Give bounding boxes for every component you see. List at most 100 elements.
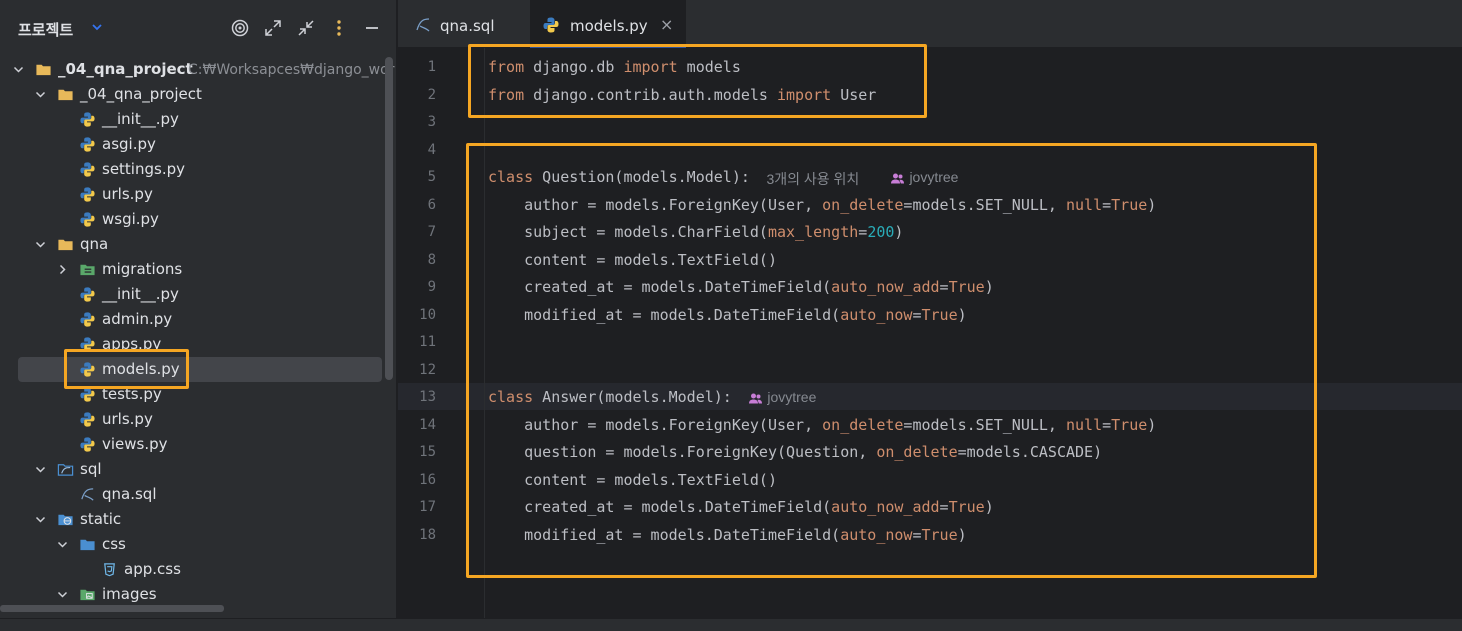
chevron-down-icon[interactable] bbox=[34, 238, 47, 251]
tree-item[interactable]: static bbox=[0, 507, 383, 532]
line-number: 9 bbox=[427, 279, 436, 295]
tree-item-label: __init__.py bbox=[102, 110, 179, 128]
python-icon bbox=[80, 287, 95, 302]
web-folder-icon bbox=[58, 514, 73, 526]
tree-item[interactable]: wsgi.py bbox=[0, 207, 383, 232]
chevron-down-icon[interactable] bbox=[56, 588, 69, 601]
line-number: 4 bbox=[427, 141, 436, 158]
tree-item-label: asgi.py bbox=[102, 135, 156, 153]
tree-item[interactable]: apps.py bbox=[0, 332, 383, 357]
tree-item-label: migrations bbox=[102, 260, 183, 278]
users-icon bbox=[749, 393, 763, 404]
line-number: 15 bbox=[419, 444, 436, 460]
horizontal-scrollbar[interactable] bbox=[0, 605, 224, 612]
python-icon bbox=[80, 437, 95, 452]
tree-item[interactable]: admin.py bbox=[0, 307, 383, 332]
line-number: 10 bbox=[419, 306, 436, 323]
python-icon bbox=[80, 312, 95, 327]
tree-item[interactable]: urls.py bbox=[0, 407, 383, 432]
chevron-right-icon[interactable] bbox=[56, 263, 69, 276]
line-number: 5 bbox=[427, 169, 436, 185]
tree-item[interactable]: settings.py bbox=[0, 157, 383, 182]
minimize-icon[interactable] bbox=[362, 18, 382, 38]
line-number: 11 bbox=[419, 334, 436, 350]
python-icon bbox=[80, 412, 95, 427]
python-icon bbox=[80, 137, 95, 152]
tree-item-label: urls.py bbox=[102, 410, 153, 428]
target-icon[interactable] bbox=[230, 18, 250, 38]
highlight-box-models bbox=[466, 143, 1317, 578]
tree-item-label: sql bbox=[80, 460, 102, 478]
chevron-down-icon[interactable] bbox=[12, 63, 25, 76]
tree-item-label: views.py bbox=[102, 435, 168, 453]
tree-item-label: qna bbox=[80, 235, 109, 253]
project-panel-title[interactable]: 프로젝트 bbox=[18, 19, 73, 40]
line-number: 8 bbox=[427, 251, 436, 268]
tree-item[interactable]: asgi.py bbox=[0, 132, 383, 157]
migrations-folder-icon bbox=[80, 264, 95, 276]
chevron-down-icon[interactable] bbox=[34, 88, 47, 101]
line-number: 17 bbox=[419, 499, 436, 515]
close-icon[interactable]: × bbox=[660, 15, 673, 34]
highlight-box-imports bbox=[468, 44, 927, 118]
vertical-scrollbar[interactable] bbox=[385, 57, 393, 380]
line-number-gutter: 1 2 3 4 5 6 7 8 9 10 11 12 13 14 15 16 17 18 bbox=[398, 48, 468, 618]
line-number: 14 bbox=[419, 416, 436, 433]
line-number: 6 bbox=[427, 196, 436, 213]
code-editor[interactable]: 1 2 3 4 5 6 7 8 9 10 11 12 13 14 15 16 17 18 from django.… bbox=[398, 44, 1462, 618]
tree-item[interactable]: __init__.py bbox=[0, 107, 383, 132]
author-hint[interactable]: jovytree bbox=[767, 389, 816, 405]
tree-item-label: admin.py bbox=[102, 310, 173, 328]
tree-item-label: app.css bbox=[124, 560, 181, 578]
tree-item-label: css bbox=[102, 535, 126, 553]
tree-item[interactable]: qna.sql bbox=[0, 482, 383, 507]
chevron-down-icon[interactable] bbox=[34, 463, 47, 476]
tree-item[interactable]: images bbox=[0, 582, 383, 607]
folder-icon bbox=[58, 89, 73, 101]
tree-item-path: C:₩Worksapces₩django_wor bbox=[188, 62, 395, 78]
folder-icon bbox=[58, 239, 73, 251]
sql-file-icon bbox=[416, 18, 430, 32]
status-bar bbox=[0, 618, 1462, 631]
css-file-icon bbox=[104, 563, 115, 577]
line-number: 12 bbox=[419, 361, 436, 378]
editor-tab-bar: qna.sql models.py × bbox=[398, 0, 1462, 49]
tree-item[interactable]: __init__.py bbox=[0, 282, 383, 307]
chevron-down-icon[interactable] bbox=[34, 513, 47, 526]
more-vertical-icon[interactable] bbox=[329, 18, 349, 38]
tree-item[interactable]: _04_qna_project C:₩Worksapces₩django_wor bbox=[0, 57, 394, 82]
author-hint[interactable]: jovytree bbox=[909, 169, 958, 185]
tree-item-label: static bbox=[80, 510, 122, 528]
tree-item[interactable]: css bbox=[0, 532, 383, 557]
python-icon bbox=[543, 17, 559, 33]
chevron-down-icon[interactable] bbox=[56, 538, 69, 551]
images-folder-icon bbox=[80, 589, 95, 601]
python-icon bbox=[80, 212, 95, 227]
tab-qna-sql[interactable]: qna.sql bbox=[398, 0, 526, 48]
tree-item-label: images bbox=[102, 585, 157, 603]
tab-models-py[interactable]: models.py × bbox=[530, 0, 686, 48]
python-icon bbox=[80, 187, 95, 202]
project-panel-header: 프로젝트 bbox=[0, 0, 396, 58]
usages-hint[interactable]: 3개의 사용 위치 bbox=[766, 169, 859, 189]
tree-item[interactable]: app.css bbox=[0, 557, 383, 582]
python-icon bbox=[80, 162, 95, 177]
tree-item[interactable]: urls.py bbox=[0, 182, 383, 207]
chevron-down-icon[interactable] bbox=[90, 20, 104, 34]
expand-icon[interactable] bbox=[263, 18, 283, 38]
folder-icon bbox=[36, 64, 51, 76]
line-number: 18 bbox=[419, 526, 436, 543]
tree-item-label: _04_qna_project bbox=[80, 85, 202, 103]
tree-item-label: qna.sql bbox=[102, 485, 157, 503]
collapse-icon[interactable] bbox=[296, 18, 316, 38]
tree-item[interactable]: tests.py bbox=[0, 382, 383, 407]
tree-item[interactable]: views.py bbox=[0, 432, 383, 457]
tree-item[interactable]: _04_qna_project bbox=[0, 82, 383, 107]
tree-item[interactable]: migrations bbox=[0, 257, 383, 282]
tree-item[interactable]: sql bbox=[0, 457, 383, 482]
tree-item[interactable]: qna bbox=[0, 232, 383, 257]
tree-item-label: __init__.py bbox=[102, 285, 179, 303]
highlight-box-models-file bbox=[64, 349, 189, 389]
tree-item-label: settings.py bbox=[102, 160, 185, 178]
tree-item-label: _04_qna_project bbox=[58, 60, 193, 78]
